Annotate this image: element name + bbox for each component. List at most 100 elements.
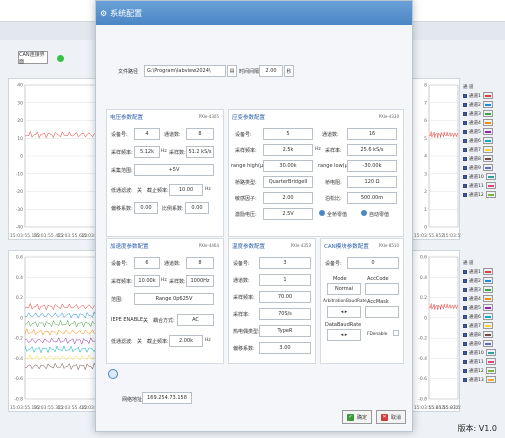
legend-checkbox[interactable] [463,147,467,152]
range-high-input[interactable]: 30.00k [263,160,313,172]
gauge-factor-input[interactable]: 2.00 [263,192,313,204]
legend-checkbox[interactable] [463,192,467,197]
channels-input[interactable]: 8 [186,257,214,269]
device-input[interactable]: 3 [259,257,311,269]
thermocouple-select[interactable]: TypeR [259,325,311,337]
legend-checkbox[interactable] [463,269,467,274]
excitation-input[interactable]: 2.5V [263,208,313,220]
legend-checkbox[interactable] [463,183,467,188]
channels-input[interactable]: 1 [259,274,311,286]
bridge-select[interactable]: QuarterBridgeII [263,176,313,188]
legend-checkbox[interactable] [463,156,467,161]
channels-input[interactable]: 16 [347,128,397,140]
legend-item[interactable]: 通道13 [463,375,503,384]
samples-input[interactable]: 1000Hz [186,275,214,287]
range-low-input[interactable]: -30.00k [347,160,397,172]
legend-checkbox[interactable] [463,323,467,328]
device-input[interactable]: 5 [263,128,313,140]
legend-checkbox[interactable] [463,350,467,355]
legend-checkbox[interactable] [463,314,467,319]
legend-checkbox[interactable] [463,93,467,98]
legend-checkbox[interactable] [463,174,467,179]
offset-input[interactable]: 0.00 [134,202,158,214]
legend-item[interactable]: 通道12 [463,366,503,375]
rate-input[interactable]: 10.00k [134,275,160,287]
legend-item[interactable]: 通道1 [463,267,503,276]
legend-item[interactable]: 通道11 [463,181,503,190]
resistance-input[interactable]: 120 Ω [347,176,397,188]
legend-item[interactable]: 通道1 [463,91,503,100]
legend-checkbox[interactable] [463,138,467,143]
legend-checkbox[interactable] [463,278,467,283]
full-bridge-zero-radio[interactable] [319,210,325,216]
legend-item[interactable]: 通道12 [463,190,503,199]
legend-item[interactable]: 通道11 [463,357,503,366]
legend-checkbox[interactable] [463,102,467,107]
legend-checkbox[interactable] [463,305,467,310]
legend-item[interactable]: 通道2 [463,276,503,285]
legend-item[interactable]: 通道6 [463,312,503,321]
range-select[interactable]: Range 0p625V [134,293,214,305]
folder-icon[interactable]: ▤ [227,65,237,77]
rate-input[interactable]: 2.5k [263,144,313,156]
acccode-input[interactable] [365,283,399,295]
legend-checkbox[interactable] [463,287,467,292]
ok-button[interactable]: ✓ 确定 [342,410,372,424]
rate-input[interactable]: 5.12k [134,146,160,158]
ip-input[interactable]: 169.254.73.158 [142,392,192,404]
lowpass-switch[interactable]: 关 [137,187,142,194]
legend-item[interactable]: 通道6 [463,136,503,145]
device-input[interactable]: 6 [134,257,160,269]
cutoff-input[interactable]: 2.00k [169,335,203,347]
offset-input[interactable]: 3.00 [259,342,311,354]
device-input[interactable]: 4 [134,128,160,140]
can-connect-button[interactable]: CAN连接界面 [18,51,48,65]
iepe-switch[interactable]: 关 [143,317,148,324]
arb-baud-select[interactable]: ◂ ▸ [327,306,361,318]
lowpass-switch[interactable]: 关 [137,338,142,345]
scale-input[interactable]: 0.00 [185,202,209,214]
legend-item[interactable]: 通道9 [463,339,503,348]
time-interval-input[interactable]: 2.00 [259,65,283,77]
samples-input[interactable]: 25.6 kS/s [347,144,397,156]
legend-item[interactable]: 通道4 [463,118,503,127]
legend-item[interactable]: 通道5 [463,127,503,136]
legend-checkbox[interactable] [463,341,467,346]
poisson-input[interactable]: 500.00m [347,192,397,204]
legend-item[interactable]: 通道2 [463,100,503,109]
legend-item[interactable]: 通道3 [463,285,503,294]
legend-item[interactable]: 通道10 [463,172,503,181]
samples-input[interactable]: 70S/s [259,308,311,320]
legend-checkbox[interactable] [463,120,467,125]
legend-item[interactable]: 通道7 [463,145,503,154]
legend-item[interactable]: 通道9 [463,163,503,172]
device-input[interactable]: 0 [347,257,399,269]
legend-item[interactable]: 通道10 [463,348,503,357]
legend-checkbox[interactable] [463,296,467,301]
legend-item[interactable]: 通道5 [463,303,503,312]
data-baud-select[interactable]: ◂ ▸ [327,329,361,341]
samples-input[interactable]: 51.2 kS/s [186,146,214,158]
accmask-input[interactable] [365,306,399,318]
rate-input[interactable]: 70.00 [259,291,311,303]
refresh-icon[interactable] [108,369,118,379]
legend-checkbox[interactable] [463,111,467,116]
range-select[interactable]: +5V [134,164,214,176]
legend-checkbox[interactable] [463,359,467,364]
auto-zero-radio[interactable] [361,210,367,216]
legend-checkbox[interactable] [463,165,467,170]
legend-item[interactable]: 通道4 [463,294,503,303]
legend-checkbox[interactable] [463,377,467,382]
legend-item[interactable]: 通道7 [463,321,503,330]
cutoff-input[interactable]: 10.00 [169,184,203,196]
file-path-input[interactable]: G:\Program\labview2024\ [144,65,226,77]
coupling-select[interactable]: AC [177,314,214,326]
mode-select[interactable]: Normal [327,283,361,295]
legend-item[interactable]: 通道8 [463,154,503,163]
fd-enable-checkbox[interactable] [393,330,399,336]
legend-item[interactable]: 通道3 [463,109,503,118]
legend-item[interactable]: 通道8 [463,330,503,339]
legend-checkbox[interactable] [463,332,467,337]
legend-checkbox[interactable] [463,129,467,134]
cancel-button[interactable]: ✕ 取消 [376,410,406,424]
